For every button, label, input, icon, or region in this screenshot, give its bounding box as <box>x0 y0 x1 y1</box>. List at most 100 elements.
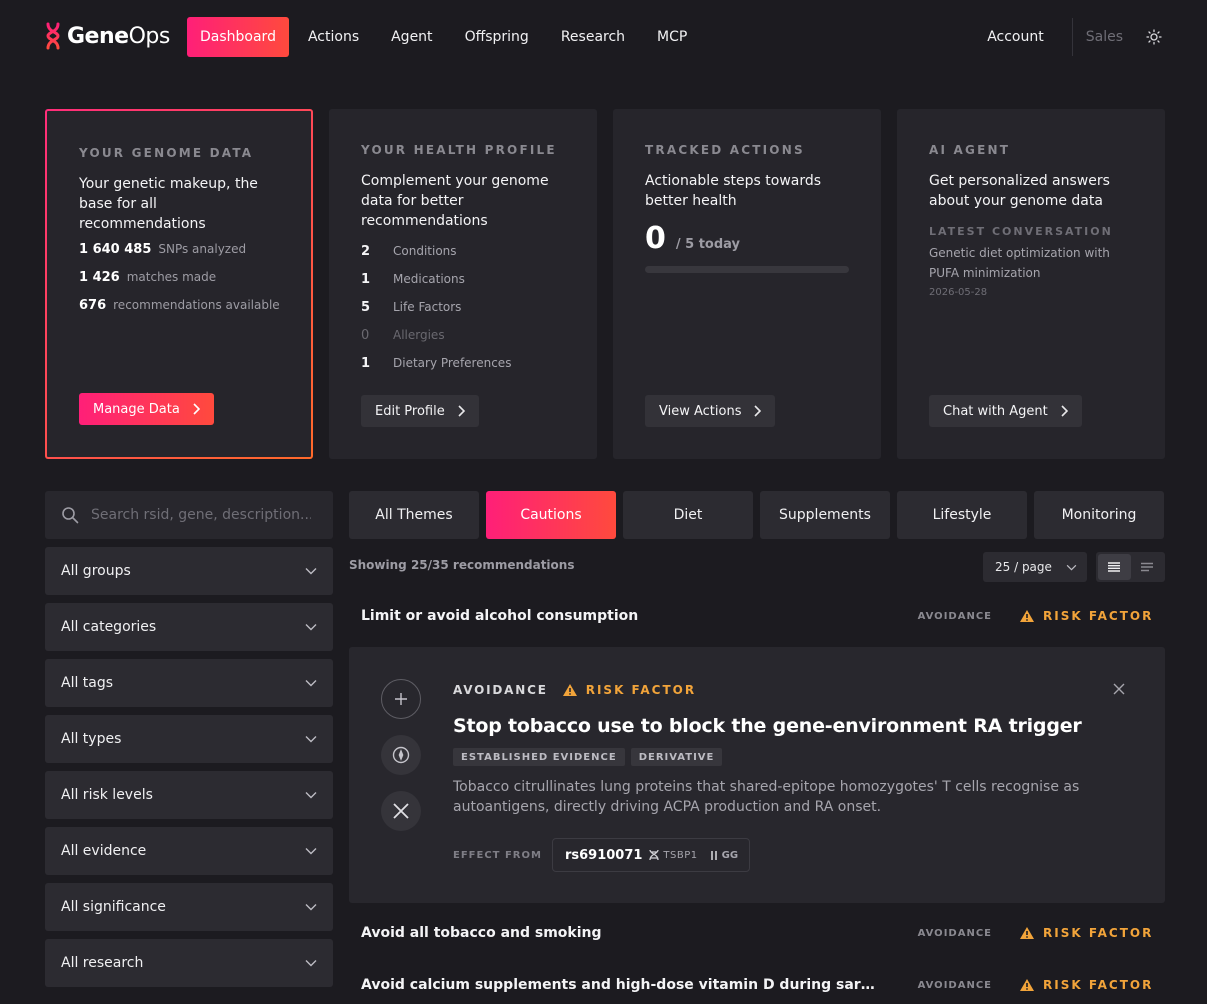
tab-supplements[interactable]: Supplements <box>760 491 890 539</box>
tab-monitoring[interactable]: Monitoring <box>1034 491 1164 539</box>
filter-tags[interactable]: All tags <box>45 659 333 707</box>
card-description: Get personalized answers about your geno… <box>929 173 1110 209</box>
tab-cautions[interactable]: Cautions <box>486 491 616 539</box>
recommendation-row[interactable]: Avoid all tobacco and smoking AVOIDANCE … <box>349 915 1165 951</box>
card-description: Your genetic makeup, the base for all re… <box>79 176 258 232</box>
latest-conversation-label: LATEST CONVERSATION <box>929 225 1113 238</box>
stat-matches: 1 426 matches made <box>79 270 217 285</box>
recommendation-title: Avoid all tobacco and smoking <box>361 925 602 941</box>
search-icon <box>62 507 79 524</box>
chevron-down-icon <box>305 568 317 575</box>
chevron-right-icon <box>754 405 762 417</box>
genotype-icon <box>710 850 717 860</box>
results-count: Showing 25/35 recommendations <box>349 558 575 572</box>
chevron-down-icon <box>305 792 317 799</box>
stat-dietary-preferences: 1 Dietary Preferences <box>361 355 512 371</box>
card-description: Actionable steps towards better health <box>645 173 822 209</box>
genome-data-card: YOUR GENOME DATA Your genetic makeup, th… <box>45 109 313 459</box>
manage-data-button[interactable]: Manage Data <box>79 393 214 425</box>
view-actions-button[interactable]: View Actions <box>645 395 776 427</box>
account-link[interactable]: Account <box>987 18 1073 56</box>
theme-toggle-sun-icon[interactable] <box>1143 26 1165 48</box>
card-title: AI AGENT <box>929 143 1011 157</box>
nav-right: Account Sales <box>987 17 1165 57</box>
chevron-down-icon <box>305 624 317 631</box>
tab-all-themes[interactable]: All Themes <box>349 491 479 539</box>
tag-evidence: ESTABLISHED EVIDENCE <box>453 748 625 766</box>
share-x-button[interactable] <box>381 791 421 831</box>
search-input[interactable] <box>91 507 311 523</box>
snp-rsid: rs6910071 <box>564 847 643 863</box>
ai-agent-card: AI AGENT Get personalized answers about … <box>897 109 1165 459</box>
snp-chip[interactable]: rs6910071 TSBP1 GG <box>551 838 751 872</box>
recommendation-kind: AVOIDANCE <box>917 610 992 622</box>
stat-conditions: 2 Conditions <box>361 243 457 259</box>
snp-gene: TSBP1 <box>663 849 698 861</box>
filter-significance[interactable]: All significance <box>45 883 333 931</box>
nav-mcp[interactable]: MCP <box>644 17 700 57</box>
plus-icon <box>395 693 407 705</box>
recommendation-row[interactable]: Limit or avoid alcohol consumption AVOID… <box>349 598 1165 634</box>
chevron-down-icon <box>305 736 317 743</box>
filter-groups[interactable]: All groups <box>45 547 333 595</box>
stat-medications: 1 Medications <box>361 271 465 287</box>
warning-icon <box>1020 610 1034 622</box>
expanded-header: AVOIDANCE RISK FACTOR <box>453 683 696 697</box>
chevron-right-icon <box>193 403 200 415</box>
add-action-button[interactable] <box>381 679 421 719</box>
filter-research[interactable]: All research <box>45 939 333 987</box>
stat-recommendations: 676 recommendations available <box>79 298 280 313</box>
recommendation-kind: AVOIDANCE <box>453 683 548 697</box>
chat-with-agent-button[interactable]: Chat with Agent <box>929 395 1082 427</box>
chevron-down-icon <box>305 904 317 911</box>
recommendation-kind: AVOIDANCE <box>917 979 992 991</box>
ask-agent-button[interactable] <box>381 735 421 775</box>
nav-actions[interactable]: Actions <box>295 17 372 57</box>
nav-offspring[interactable]: Offspring <box>452 17 542 57</box>
card-title: YOUR GENOME DATA <box>79 146 254 160</box>
per-page-select[interactable]: 25 / page <box>983 552 1087 582</box>
main-nav: Dashboard Actions Agent Offspring Resear… <box>187 17 706 57</box>
warning-icon <box>562 684 577 696</box>
top-nav: GeneOps Dashboard Actions Agent Offsprin… <box>0 0 1207 75</box>
chevron-right-icon <box>1061 405 1068 417</box>
evidence-tags: ESTABLISHED EVIDENCE DERIVATIVE <box>453 748 728 766</box>
chevron-down-icon <box>305 960 317 967</box>
stat-allergies: 0 Allergies <box>361 327 445 343</box>
filter-evidence[interactable]: All evidence <box>45 827 333 875</box>
edit-profile-button[interactable]: Edit Profile <box>361 395 479 427</box>
x-logo-icon <box>393 803 409 819</box>
tab-lifestyle[interactable]: Lifestyle <box>897 491 1027 539</box>
view-toggle <box>1096 552 1165 582</box>
recommendation-row[interactable]: Avoid calcium supplements and high-dose … <box>349 967 1165 1003</box>
actions-count: 0 / 5 today <box>645 221 741 256</box>
recommendation-title: Limit or avoid alcohol consumption <box>361 608 639 624</box>
list-view-icon[interactable] <box>1098 554 1131 580</box>
tab-diet[interactable]: Diet <box>623 491 753 539</box>
filter-categories[interactable]: All categories <box>45 603 333 651</box>
risk-badge: RISK FACTOR <box>1019 926 1165 940</box>
chevron-down-icon <box>1066 564 1077 571</box>
filter-risk-levels[interactable]: All risk levels <box>45 771 333 819</box>
sales-link[interactable]: Sales <box>1073 29 1143 45</box>
nav-agent[interactable]: Agent <box>378 17 445 57</box>
tracked-actions-card: TRACKED ACTIONS Actionable steps towards… <box>613 109 881 459</box>
card-description: Complement your genome data for better r… <box>361 173 549 229</box>
nav-research[interactable]: Research <box>548 17 638 57</box>
card-title: TRACKED ACTIONS <box>645 143 805 157</box>
expanded-title: Stop tobacco use to block the gene-envir… <box>453 715 1082 737</box>
chevron-right-icon <box>458 405 465 417</box>
brand-name: GeneOps <box>67 23 170 49</box>
card-title: YOUR HEALTH PROFILE <box>361 143 557 157</box>
close-icon[interactable] <box>1113 683 1129 699</box>
latest-conversation-title[interactable]: Genetic diet optimization with PUFA mini… <box>929 243 1132 283</box>
filter-types[interactable]: All types <box>45 715 333 763</box>
stat-snps: 1 640 485 SNPs analyzed <box>79 242 247 257</box>
recommendation-title: Avoid calcium supplements and high-dose … <box>361 977 918 993</box>
compact-view-icon[interactable] <box>1131 554 1164 580</box>
chevron-down-icon <box>305 848 317 855</box>
logo[interactable]: GeneOps <box>45 22 170 50</box>
conversation-date: 2026-05-28 <box>929 287 988 298</box>
expanded-recommendation: AVOIDANCE RISK FACTOR Stop tobacco use t… <box>349 647 1165 903</box>
nav-dashboard[interactable]: Dashboard <box>187 17 289 57</box>
